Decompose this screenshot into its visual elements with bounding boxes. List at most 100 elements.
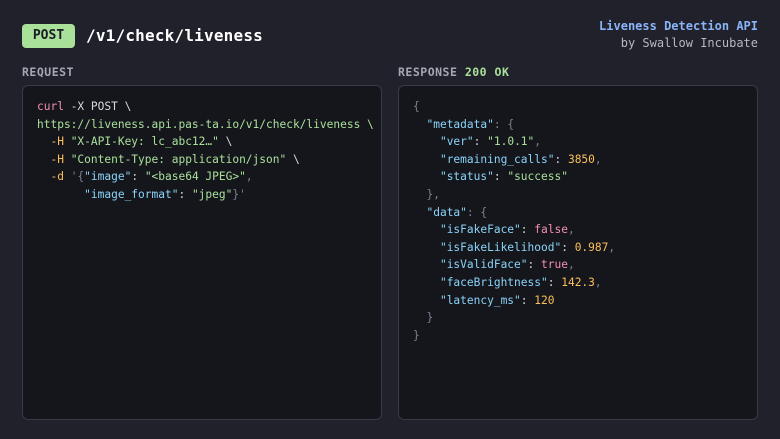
code-token: "1.0.1"	[487, 135, 535, 149]
code-token: }	[413, 328, 420, 342]
code-line: "isFakeFace": false,	[413, 221, 743, 239]
code-token: "data"	[426, 205, 467, 219]
code-token: :	[131, 170, 145, 184]
code-token: "isFakeFace"	[439, 223, 521, 237]
code-token: :	[547, 275, 562, 289]
code-token: ,	[594, 152, 602, 166]
code-token: \	[286, 152, 300, 166]
code-token: }'	[232, 187, 246, 201]
response-label-text: RESPONSE	[398, 65, 458, 79]
code-token: "image_format"	[84, 187, 179, 201]
code-token: -H	[37, 152, 71, 166]
code-token: "Content-Type: application/json"	[70, 152, 287, 166]
code-line: "isValidFace": true,	[413, 256, 743, 274]
code-token: 3850	[567, 152, 595, 166]
request-label-text: REQUEST	[22, 65, 74, 79]
code-token: ,	[567, 258, 575, 272]
code-token: true	[541, 258, 568, 272]
response-label: RESPONSE 200 OK	[398, 65, 509, 79]
code-line: "remaining_calls": 3850,	[413, 151, 743, 169]
code-token: ,	[608, 240, 616, 254]
response-code-panel: { "metadata": { "ver": "1.0.1", "remaini…	[398, 85, 758, 420]
brand-subtitle: by Swallow Incubate	[620, 36, 758, 50]
code-token: }	[413, 311, 434, 325]
code-token: ,	[567, 223, 575, 237]
code-token: : {	[493, 117, 515, 131]
code-line: https://liveness.api.pas-ta.io/v1/check/…	[37, 116, 374, 134]
brand-title: Liveness Detection API	[599, 19, 758, 33]
code-token: :	[554, 152, 568, 166]
code-token: -H	[37, 135, 71, 149]
code-token: :	[520, 223, 535, 237]
code-token: :	[473, 135, 488, 149]
code-token: :	[493, 170, 508, 184]
code-line: {	[413, 98, 743, 116]
code-token: {	[413, 100, 420, 113]
code-token: curl	[37, 100, 64, 113]
code-token: ,	[534, 135, 542, 149]
code-token: "latency_ms"	[439, 293, 521, 307]
code-token: "remaining_calls"	[439, 152, 555, 166]
endpoint-path: /v1/check/liveness	[86, 26, 263, 45]
response-code-block: { "metadata": { "ver": "1.0.1", "remaini…	[413, 98, 743, 344]
code-token: "success"	[507, 170, 568, 184]
code-token: https://liveness.api.pas-ta.io/v1/check/…	[37, 117, 374, 131]
code-token: "isFakeLikelihood"	[439, 240, 562, 254]
code-token: :	[520, 293, 535, 307]
code-token: :	[178, 187, 192, 201]
request-label: REQUEST	[22, 65, 74, 79]
code-token: "isValidFace"	[439, 258, 528, 272]
code-line: -d '{"image": "<base64 JPEG>",	[37, 168, 367, 186]
code-line: "ver": "1.0.1",	[413, 133, 743, 151]
code-token: ,	[594, 275, 602, 289]
code-token: "metadata"	[426, 117, 494, 131]
code-token: 0.987	[574, 240, 609, 254]
http-method-badge: POST	[22, 24, 75, 48]
code-token: "image"	[84, 170, 132, 184]
code-line: "latency_ms": 120	[413, 292, 743, 310]
response-status-code: 200 OK	[464, 65, 510, 79]
code-line: }	[413, 327, 743, 345]
code-token: '{	[70, 170, 85, 184]
code-token: :	[527, 258, 541, 272]
code-token: 142.3	[561, 275, 595, 289]
code-token: },	[413, 187, 440, 201]
code-token: "jpeg"	[191, 187, 233, 201]
code-token: :	[561, 240, 575, 254]
code-token: 120	[534, 293, 555, 307]
code-token: "faceBrightness"	[439, 275, 548, 289]
code-line: "image_format": "jpeg"}'	[37, 186, 367, 204]
code-line: -H "X-API-Key: lc_abc12…" \	[37, 133, 367, 151]
request-code-panel: curl -X POST \ https://liveness.api.pas-t…	[22, 85, 382, 420]
code-line: -H "Content-Type: application/json" \	[37, 151, 367, 169]
code-token: ,	[245, 170, 253, 184]
code-token: "status"	[439, 170, 494, 184]
code-line: "metadata": {	[413, 116, 743, 134]
code-token: -d	[37, 170, 71, 184]
request-code-block: curl -X POST \ https://liveness.api.pas-t…	[37, 98, 374, 204]
code-token: "X-API-Key: lc_abc12…"	[70, 135, 219, 149]
code-token: "<base64 JPEG>"	[144, 170, 246, 184]
code-token: : {	[466, 205, 488, 219]
code-line: "isFakeLikelihood": 0.987,	[413, 239, 743, 257]
code-line: "data": {	[413, 204, 743, 222]
code-token: false	[534, 223, 568, 237]
code-line: "faceBrightness": 142.3,	[413, 274, 743, 292]
code-token: -X POST \	[63, 100, 132, 113]
code-line: },	[413, 186, 743, 204]
brand-block: Liveness Detection API by Swallow Incuba…	[599, 18, 758, 52]
code-line: "status": "success"	[413, 168, 743, 186]
code-token: \	[218, 135, 233, 149]
code-line: curl -X POST \	[37, 98, 367, 116]
